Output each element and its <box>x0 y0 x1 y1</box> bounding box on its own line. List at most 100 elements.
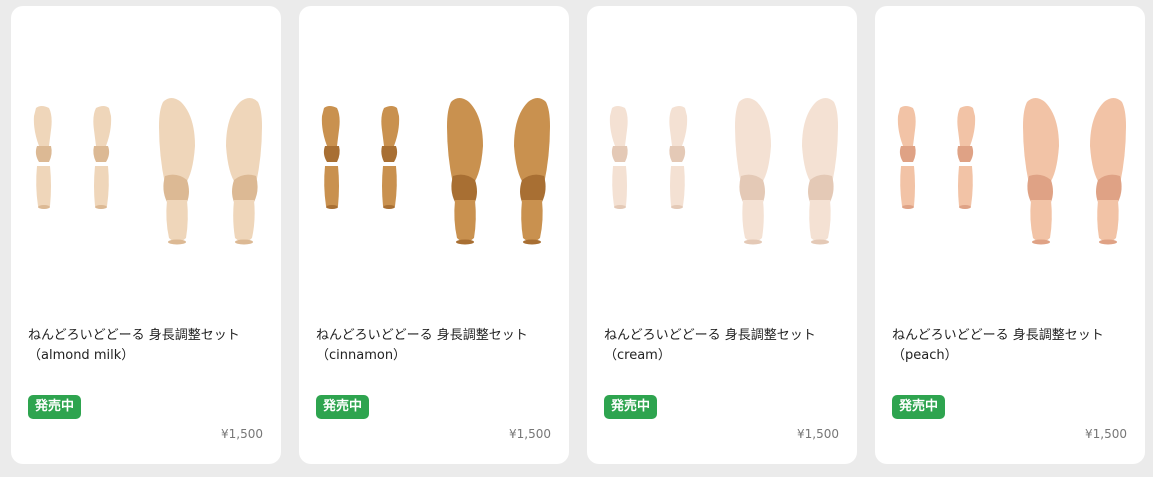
small-leg-foot-shadow <box>614 205 626 209</box>
large-leg-shin <box>166 200 188 242</box>
small-leg-joint <box>93 146 110 162</box>
small-leg-part <box>957 106 976 209</box>
large-leg-part <box>802 98 838 245</box>
large-leg-knee <box>739 174 765 202</box>
product-card[interactable]: ねんどろいどどーる 身長調整セット （cinnamon） 発売中 ¥1,500 <box>299 6 569 464</box>
small-leg-lower <box>612 166 627 209</box>
small-leg-lower <box>382 166 397 209</box>
small-leg-lower <box>36 166 51 209</box>
status-badge: 発売中 <box>28 395 82 419</box>
small-leg-foot-shadow <box>959 205 971 209</box>
large-leg-thigh <box>802 98 838 184</box>
parts-illustration <box>33 98 262 245</box>
large-leg-part <box>735 98 771 245</box>
large-leg-part <box>1023 98 1059 245</box>
small-leg-joint <box>669 146 686 162</box>
small-leg-joint <box>611 146 628 162</box>
small-leg-part <box>93 106 112 209</box>
product-name: ねんどろいどどーる 身長調整セット <box>316 328 528 343</box>
product-image[interactable] <box>11 6 281 306</box>
large-leg-foot-shadow <box>235 239 253 245</box>
large-leg-foot-shadow <box>744 239 762 245</box>
small-leg-joint <box>957 146 974 162</box>
small-leg-foot-shadow <box>95 205 107 209</box>
small-leg-joint <box>323 146 340 162</box>
small-leg-part <box>321 106 340 209</box>
large-leg-knee <box>1096 174 1122 202</box>
small-leg-joint <box>381 146 398 162</box>
parts-illustration <box>897 98 1126 245</box>
large-leg-foot-shadow <box>168 239 186 245</box>
parts-illustration <box>321 98 550 245</box>
small-leg-upper <box>33 106 52 146</box>
product-title[interactable]: ねんどろいどどーる 身長調整セット （cinnamon） <box>316 326 556 366</box>
small-leg-joint <box>35 146 52 162</box>
product-name: ねんどろいどどーる 身長調整セット <box>604 328 816 343</box>
parts-illustration <box>609 98 838 245</box>
small-leg-upper <box>957 106 976 146</box>
status-badge: 発売中 <box>604 395 658 419</box>
small-leg-part <box>381 106 400 209</box>
large-leg-knee <box>808 174 834 202</box>
large-leg-thigh <box>447 98 483 184</box>
product-card[interactable]: ねんどろいどどーる 身長調整セット （cream） 発売中 ¥1,500 <box>587 6 857 464</box>
large-leg-shin <box>742 200 764 242</box>
product-name: ねんどろいどどーる 身長調整セット <box>892 328 1104 343</box>
small-leg-part <box>33 106 52 209</box>
product-image[interactable] <box>299 6 569 306</box>
large-leg-shin <box>1097 200 1119 242</box>
small-leg-upper <box>381 106 400 146</box>
large-leg-knee <box>520 174 546 202</box>
large-leg-thigh <box>159 98 195 184</box>
product-variant: （peach） <box>892 348 958 363</box>
large-leg-thigh <box>735 98 771 184</box>
large-leg-thigh <box>1090 98 1126 184</box>
large-leg-part <box>1090 98 1126 245</box>
small-leg-upper <box>669 106 688 146</box>
large-leg-shin <box>521 200 543 242</box>
product-title[interactable]: ねんどろいどどーる 身長調整セット （almond milk） <box>28 326 268 366</box>
status-badge: 発売中 <box>316 395 370 419</box>
small-leg-lower <box>94 166 109 209</box>
status-badge: 発売中 <box>892 395 946 419</box>
product-card[interactable]: ねんどろいどどーる 身長調整セット （almond milk） 発売中 ¥1,5… <box>11 6 281 464</box>
product-card[interactable]: ねんどろいどどーる 身長調整セット （peach） 発売中 ¥1,500 <box>875 6 1145 464</box>
small-leg-lower <box>958 166 973 209</box>
small-leg-upper <box>321 106 340 146</box>
large-leg-foot-shadow <box>1032 239 1050 245</box>
product-title[interactable]: ねんどろいどどーる 身長調整セット （cream） <box>604 326 844 366</box>
small-leg-part <box>897 106 916 209</box>
product-name: ねんどろいどどーる 身長調整セット <box>28 328 240 343</box>
large-leg-knee <box>163 174 189 202</box>
product-variant: （cream） <box>604 348 671 363</box>
large-leg-knee <box>451 174 477 202</box>
product-title[interactable]: ねんどろいどどーる 身長調整セット （peach） <box>892 326 1132 366</box>
large-leg-thigh <box>1023 98 1059 184</box>
small-leg-joint <box>899 146 916 162</box>
large-leg-shin <box>1030 200 1052 242</box>
large-leg-part <box>159 98 195 245</box>
small-leg-lower <box>324 166 339 209</box>
small-leg-upper <box>93 106 112 146</box>
product-grid: ねんどろいどどーる 身長調整セット （almond milk） 発売中 ¥1,5… <box>0 0 1153 477</box>
small-leg-foot-shadow <box>326 205 338 209</box>
small-leg-foot-shadow <box>383 205 395 209</box>
product-price: ¥1,500 <box>1085 427 1127 441</box>
small-leg-part <box>669 106 688 209</box>
large-leg-thigh <box>514 98 550 184</box>
product-variant: （cinnamon） <box>316 348 407 363</box>
large-leg-shin <box>233 200 255 242</box>
large-leg-part <box>226 98 262 245</box>
small-leg-upper <box>897 106 916 146</box>
large-leg-part <box>447 98 483 245</box>
small-leg-foot-shadow <box>38 205 50 209</box>
small-leg-lower <box>670 166 685 209</box>
large-leg-knee <box>232 174 258 202</box>
product-image[interactable] <box>587 6 857 306</box>
large-leg-foot-shadow <box>1099 239 1117 245</box>
large-leg-foot-shadow <box>523 239 541 245</box>
large-leg-thigh <box>226 98 262 184</box>
product-image[interactable] <box>875 6 1145 306</box>
small-leg-foot-shadow <box>902 205 914 209</box>
large-leg-knee <box>1027 174 1053 202</box>
